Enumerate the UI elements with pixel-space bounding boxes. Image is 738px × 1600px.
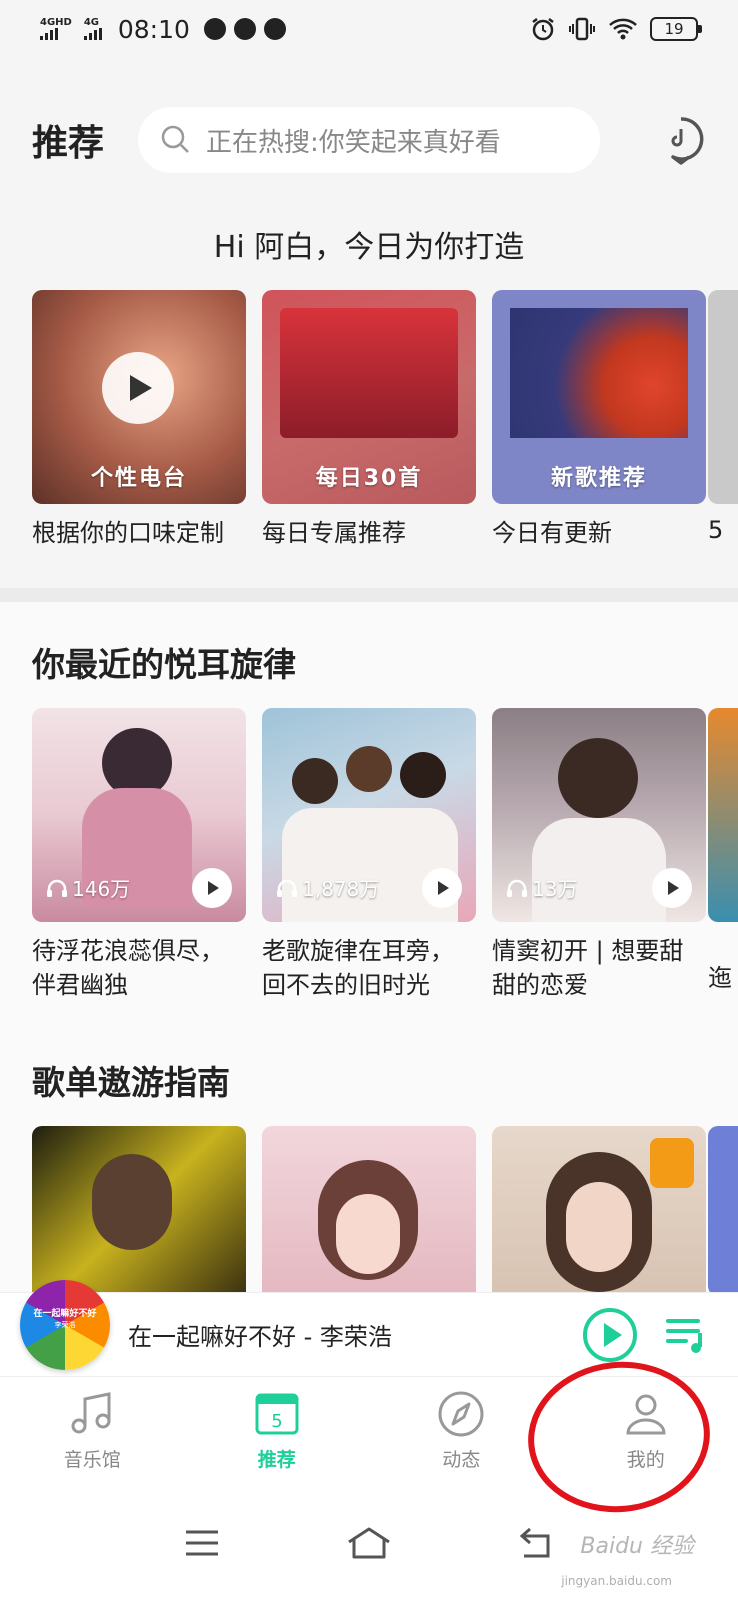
daily-card-peek[interactable] <box>708 290 738 504</box>
playlist-cover: 1,878万 <box>262 708 476 922</box>
vibrate-icon <box>569 17 595 41</box>
playlist-play-button[interactable] <box>192 868 232 908</box>
signal-icon-sim1: 4GHD <box>40 18 72 40</box>
now-playing-title[interactable]: 在一起嘛好不好 - 李荣浩 <box>128 1317 392 1352</box>
play-icon <box>208 881 219 895</box>
radio-caption: 根据你的口味定制 <box>32 519 224 547</box>
tab-mine[interactable]: 我的 <box>554 1377 738 1486</box>
wifi-icon <box>609 18 637 40</box>
search-icon <box>161 125 189 153</box>
page-title: 推荐 <box>32 123 105 164</box>
qq-notification-icon <box>263 18 286 40</box>
guide-cover[interactable] <box>262 1126 476 1296</box>
headphones-icon <box>277 879 297 897</box>
home-icon[interactable] <box>345 1526 393 1560</box>
recent-playlist-card[interactable]: 13万 情窦初开 | 想要甜甜的恋爱 <box>492 708 706 1002</box>
play-count: 13万 <box>506 873 577 902</box>
recent-section-title: 你最近的悦耳旋律 <box>32 645 296 684</box>
recent-peek-caption: 迤 <box>708 964 732 992</box>
mini-player[interactable]: 在一起嘛好不好 李荣浩 在一起嘛好不好 - 李荣浩 <box>0 1279 738 1376</box>
play-icon <box>668 881 679 895</box>
playlist-cover: 146万 <box>32 708 246 922</box>
back-icon[interactable] <box>516 1526 556 1560</box>
headphones-icon <box>507 879 527 897</box>
radio-play-button[interactable] <box>102 352 174 424</box>
new-songs-cover: 新歌推荐 <box>492 290 706 504</box>
play-icon <box>130 375 152 401</box>
guide-section-title: 歌单遨游指南 <box>32 1063 230 1102</box>
tab-label: 我的 <box>626 1449 665 1471</box>
watermark: Baidu 经验 <box>580 1534 694 1559</box>
greeting-text: Hi 阿白，今日为你打造 <box>213 230 525 265</box>
playlist-icon[interactable] <box>666 1315 708 1355</box>
play-count: 146万 <box>46 873 130 902</box>
recent-playlist-card[interactable]: 146万 待浮花浪蕊俱尽，伴君幽独 <box>32 708 246 1002</box>
alarm-icon <box>532 18 554 41</box>
playlist-caption: 待浮花浪蕊俱尽，伴君幽独 <box>32 937 224 999</box>
guide-cover[interactable] <box>492 1126 706 1296</box>
recent-playlist-row: 146万 待浮花浪蕊俱尽，伴君幽独 1,878万 老歌旋律在耳旁，回不去的旧时光… <box>32 708 706 1002</box>
new-songs-caption: 今日有更新 <box>492 519 612 547</box>
status-time: 08:10 <box>117 14 190 44</box>
daily-card-new-songs[interactable]: 新歌推荐 今日有更新 <box>492 290 706 550</box>
playlist-play-button[interactable] <box>422 868 462 908</box>
tab-label: 动态 <box>442 1449 481 1471</box>
playlist-caption: 老歌旋律在耳旁，回不去的旧时光 <box>262 937 454 999</box>
calendar-icon: 5 <box>255 1393 299 1435</box>
album-disc[interactable]: 在一起嘛好不好 李荣浩 <box>20 1279 110 1370</box>
alarm-notification-icon <box>203 18 226 40</box>
daily-peek-caption: 5 <box>708 516 724 544</box>
daily-card-radio[interactable]: 个性电台 根据你的口味定制 <box>32 290 246 550</box>
compass-icon <box>438 1391 484 1437</box>
radio-label: 个性电台 <box>90 466 187 491</box>
tab-recommend[interactable]: 5 推荐 <box>185 1377 370 1486</box>
status-bar: 4GHD 4G 08:10 19 <box>0 0 738 58</box>
search-bar[interactable]: 正在热搜:你笑起来真好看 <box>138 107 601 173</box>
daily30-cover: 每日30首 <box>262 290 476 504</box>
status-right: 19 <box>530 16 702 42</box>
guide-cover[interactable] <box>32 1126 246 1296</box>
tab-music-hall[interactable]: 音乐馆 <box>0 1377 185 1486</box>
radio-cover: 个性电台 <box>32 290 246 504</box>
tab-feed[interactable]: 动态 <box>369 1377 554 1486</box>
person-icon <box>626 1394 666 1435</box>
daily-card-30[interactable]: 每日30首 每日专属推荐 <box>262 290 476 550</box>
search-placeholder: 正在热搜:你笑起来真好看 <box>206 127 501 158</box>
page-header: 推荐 正在热搜:你笑起来真好看 <box>32 105 706 175</box>
watermark-url: jingyan.baidu.com <box>561 1574 672 1588</box>
daily-recommend-row: 个性电台 根据你的口味定制 每日30首 每日专属推荐 新歌推荐 今日有更新 <box>32 290 706 550</box>
new-songs-label: 新歌推荐 <box>550 466 647 491</box>
section-divider <box>0 588 738 602</box>
daily30-label: 每日30首 <box>315 466 423 491</box>
battery-indicator: 19 <box>650 17 702 41</box>
tab-label: 推荐 <box>257 1449 296 1471</box>
guide-playlist-row <box>32 1126 706 1296</box>
bottom-tab-bar: 音乐馆 5 推荐 动态 我的 <box>0 1376 738 1486</box>
playlist-play-button[interactable] <box>652 868 692 908</box>
status-left: 4GHD 4G 08:10 <box>40 15 286 44</box>
play-icon[interactable] <box>582 1307 638 1363</box>
signal-icon-sim2: 4G <box>83 18 102 40</box>
globe-notification-icon <box>233 18 256 40</box>
headphones-icon <box>47 879 67 897</box>
play-count: 1,878万 <box>276 873 379 902</box>
play-icon <box>438 881 449 895</box>
playlist-cover: 13万 <box>492 708 706 922</box>
playlist-caption: 情窦初开 | 想要甜甜的恋爱 <box>492 937 684 999</box>
music-note-icon <box>71 1392 111 1434</box>
menu-icon[interactable] <box>182 1528 222 1558</box>
daily30-caption: 每日专属推荐 <box>262 519 406 547</box>
tab-label: 音乐馆 <box>63 1449 121 1471</box>
recent-playlist-card[interactable]: 1,878万 老歌旋律在耳旁，回不去的旧时光 <box>262 708 476 1002</box>
music-recognize-icon[interactable] <box>656 115 706 165</box>
calendar-badge: 5 <box>271 1411 282 1432</box>
guide-card-peek[interactable] <box>708 1126 738 1296</box>
recent-card-peek[interactable] <box>708 708 738 922</box>
